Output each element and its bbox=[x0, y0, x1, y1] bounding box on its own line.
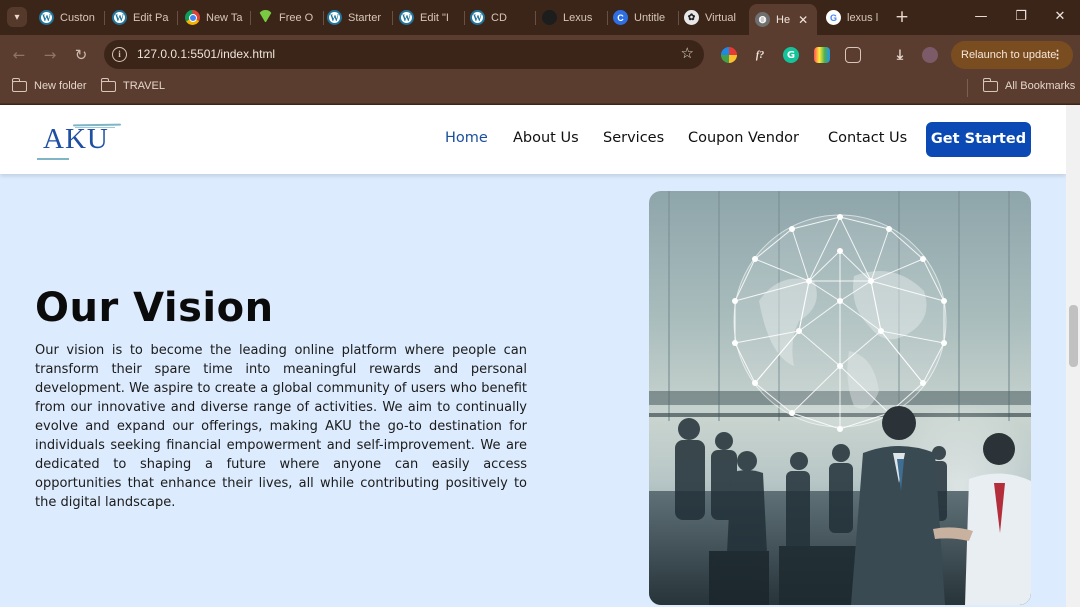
download-toolbar-icon[interactable]: ⤓ bbox=[892, 47, 908, 63]
bookmarks-divider bbox=[967, 79, 968, 97]
browser-tab[interactable]: W Edit "I bbox=[393, 4, 465, 31]
scrollbar-thumb[interactable] bbox=[1069, 305, 1078, 367]
close-window-icon[interactable]: ✕ bbox=[1050, 7, 1070, 27]
more-menu-icon[interactable]: ⋮ bbox=[1052, 41, 1063, 69]
folder-icon bbox=[100, 77, 116, 92]
browser-tab[interactable]: W Custon bbox=[33, 4, 105, 31]
profile-avatar[interactable] bbox=[922, 47, 938, 63]
bookmark-label: New folder bbox=[34, 80, 87, 92]
nav-services[interactable]: Services bbox=[603, 130, 664, 146]
canva-icon: C bbox=[613, 10, 628, 25]
nav-about-us[interactable]: About Us bbox=[513, 130, 579, 146]
chrome-icon bbox=[185, 10, 200, 25]
bookmark-folder-new-folder[interactable]: New folder bbox=[11, 77, 87, 92]
restore-icon[interactable]: ❐ bbox=[1011, 7, 1031, 27]
new-tab-button[interactable]: + bbox=[892, 7, 912, 27]
wordpress-icon: W bbox=[39, 10, 54, 25]
nav-home[interactable]: Home bbox=[445, 130, 488, 146]
browser-tab[interactable]: W Starter bbox=[321, 4, 393, 31]
tab-title: Untitle bbox=[634, 11, 666, 24]
extensions-puzzle-icon[interactable] bbox=[845, 47, 861, 63]
nav-contact-us[interactable]: Contact Us bbox=[828, 130, 907, 146]
site-info-icon[interactable]: i bbox=[112, 47, 127, 62]
tab-title: CD bbox=[491, 11, 507, 24]
address-bar[interactable]: i 127.0.0.1:5501/index.html ☆ bbox=[104, 40, 704, 69]
tab-title: He bbox=[776, 13, 791, 26]
logo-text: AKU bbox=[43, 123, 109, 155]
vision-paragraph: Our vision is to become the leading onli… bbox=[35, 343, 527, 510]
palette-extension-icon[interactable] bbox=[814, 47, 830, 63]
tab-title: Starter bbox=[348, 11, 382, 24]
browser-tab[interactable]: W Edit Pa bbox=[106, 4, 178, 31]
tab-title: Lexus bbox=[563, 11, 593, 24]
get-started-button[interactable]: Get Started bbox=[926, 122, 1031, 157]
tab-strip: ▾ W Custon W Edit Pa New Ta Free O W Starte… bbox=[0, 0, 1080, 35]
tab-title: Custon bbox=[60, 11, 95, 24]
url-text[interactable]: 127.0.0.1:5501/index.html bbox=[137, 47, 275, 61]
reload-icon[interactable]: ↻ bbox=[71, 45, 91, 65]
nav-coupon-vendor[interactable]: Coupon Vendor bbox=[688, 130, 799, 146]
globe-icon: ◍ bbox=[755, 12, 770, 27]
browser-tab[interactable]: New Ta bbox=[179, 4, 251, 31]
browser-tab[interactable]: C Untitle bbox=[607, 4, 679, 31]
browser-toolbar: ← → ↻ i 127.0.0.1:5501/index.html ☆ f? G… bbox=[0, 35, 1080, 75]
vision-heading: Our Vision bbox=[35, 285, 274, 331]
site-header: AKU Home About Us Services Coupon Vendor… bbox=[0, 105, 1066, 174]
download-icon bbox=[258, 10, 273, 25]
grammarly-icon[interactable]: G bbox=[783, 47, 799, 63]
bookmark-label: All Bookmarks bbox=[1005, 80, 1076, 92]
tab-title: Free O bbox=[279, 11, 314, 24]
page-viewport: AKU Home About Us Services Coupon Vendor… bbox=[0, 105, 1066, 607]
font-extension-icon[interactable]: f? bbox=[752, 47, 768, 63]
page-scrollbar[interactable] bbox=[1066, 105, 1080, 607]
browser-tab[interactable]: ✿ Virtual bbox=[678, 4, 746, 31]
google-icon: G bbox=[826, 10, 841, 25]
openai-icon: ✿ bbox=[684, 10, 699, 25]
relaunch-label: Relaunch to update bbox=[961, 49, 1057, 61]
lexus-icon bbox=[542, 10, 557, 25]
bookmark-folder-travel[interactable]: TRAVEL bbox=[100, 77, 165, 92]
wordpress-icon: W bbox=[399, 10, 414, 25]
forward-arrow-icon[interactable]: → bbox=[40, 45, 60, 65]
wordpress-icon: W bbox=[327, 10, 342, 25]
tab-title: Edit "I bbox=[420, 11, 449, 24]
wordpress-icon: W bbox=[112, 10, 127, 25]
folder-icon bbox=[982, 77, 998, 92]
back-arrow-icon[interactable]: ← bbox=[9, 45, 29, 65]
browser-tab[interactable]: Glexus l bbox=[820, 4, 886, 31]
tab-title: Virtual bbox=[705, 11, 736, 24]
browser-tab[interactable]: Free O bbox=[252, 4, 324, 31]
wordpress-icon: W bbox=[470, 10, 485, 25]
browser-tab[interactable]: W CD bbox=[464, 4, 536, 31]
all-bookmarks-button[interactable]: All Bookmarks bbox=[982, 77, 1076, 92]
logo-swoosh bbox=[37, 158, 69, 160]
browser-tab-active[interactable]: ◍ He ✕ bbox=[749, 4, 817, 35]
tab-title: lexus l bbox=[847, 11, 879, 24]
tab-title: Edit Pa bbox=[133, 11, 169, 24]
close-tab-icon[interactable]: ✕ bbox=[798, 13, 808, 27]
vision-hero-image bbox=[649, 191, 1031, 605]
relaunch-update-button[interactable]: Relaunch to update ⋮ bbox=[951, 41, 1073, 69]
tab-title: New Ta bbox=[206, 11, 243, 24]
site-logo[interactable]: AKU bbox=[35, 119, 125, 163]
chevron-down-icon: ▾ bbox=[14, 11, 20, 23]
bookmarks-bar: New folder TRAVEL All Bookmarks bbox=[0, 75, 1080, 104]
tab-search-button[interactable]: ▾ bbox=[7, 7, 27, 27]
bookmark-label: TRAVEL bbox=[123, 80, 165, 92]
color-extension-icon[interactable] bbox=[721, 47, 737, 63]
browser-tab[interactable]: Lexus bbox=[536, 4, 608, 31]
global-network-business-illustration bbox=[649, 191, 1031, 605]
minimize-icon[interactable]: — bbox=[971, 7, 991, 27]
bookmark-star-icon[interactable]: ☆ bbox=[681, 44, 694, 62]
folder-icon bbox=[11, 77, 27, 92]
